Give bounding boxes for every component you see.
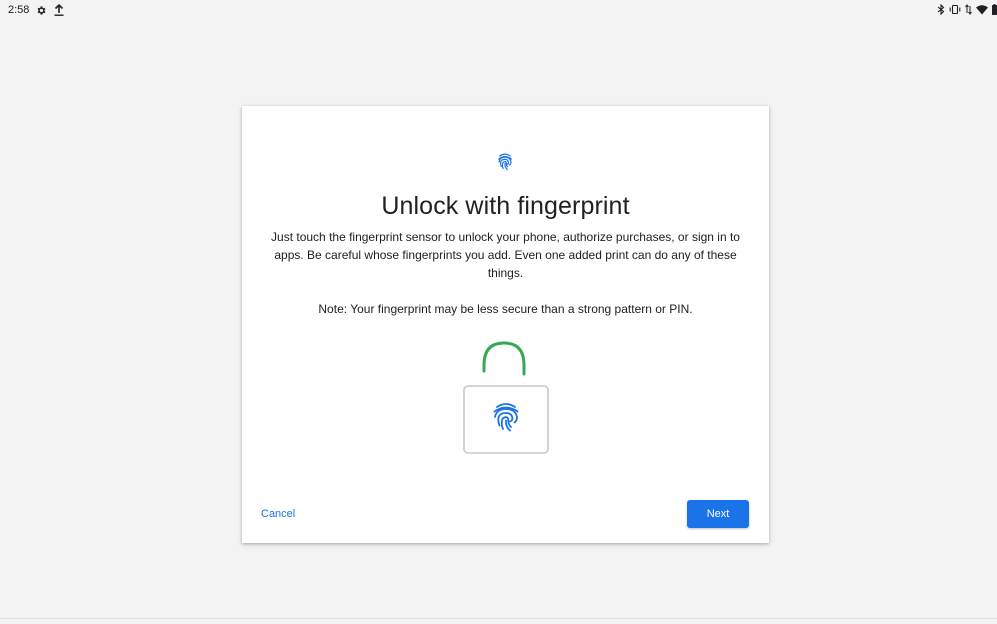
vibrate-icon <box>949 4 961 15</box>
dialog-description: Just touch the fingerprint sensor to unl… <box>271 230 740 280</box>
status-time: 2:58 <box>8 4 30 16</box>
wifi-icon <box>976 4 988 15</box>
fingerprint-icon <box>496 152 514 172</box>
next-button[interactable]: Next <box>687 500 749 528</box>
data-arrows-icon <box>965 4 972 15</box>
status-right <box>937 4 997 15</box>
dialog-note: Note: Your fingerprint may be less secur… <box>318 302 693 316</box>
status-bar: 2:58 <box>0 0 997 24</box>
fingerprint-setup-dialog: Unlock with fingerprint Just touch the f… <box>242 106 769 543</box>
status-left: 2:58 <box>8 4 64 16</box>
navigation-divider <box>0 618 997 619</box>
dialog-title: Unlock with fingerprint <box>381 192 630 220</box>
settings-icon <box>36 5 47 16</box>
bluetooth-icon <box>937 4 945 15</box>
lock-shackle <box>482 341 526 376</box>
battery-icon <box>992 4 997 15</box>
unlocked-padlock-illustration <box>460 341 552 457</box>
cancel-button[interactable]: Cancel <box>258 505 298 523</box>
setup-screen: 2:58 Unlock with fingerprint Just touch … <box>0 0 997 624</box>
upload-icon <box>54 4 64 16</box>
lock-body <box>463 385 549 454</box>
